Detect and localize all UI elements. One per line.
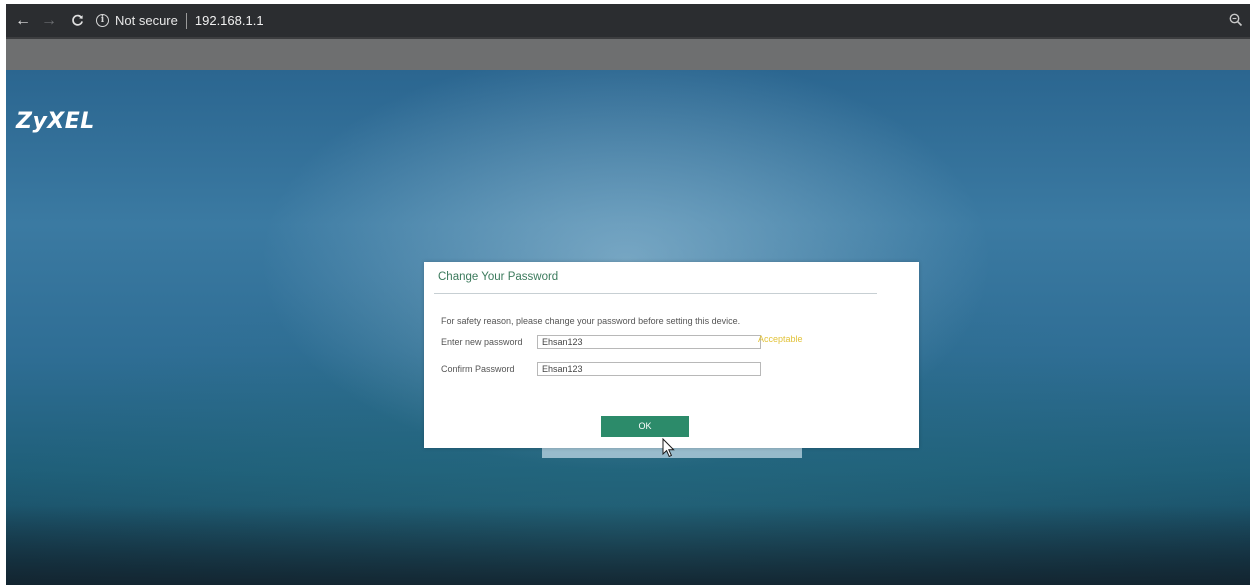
mouse-cursor-icon — [662, 438, 675, 458]
forward-arrow-icon[interactable]: → — [38, 10, 60, 32]
confirm-password-field[interactable]: Ehsan123 — [537, 362, 761, 376]
browser-toolbar: ← → i Not secure 192.168.1.1 — [6, 4, 1250, 37]
bookmark-bar — [6, 37, 1250, 70]
password-strength-indicator: Acceptable — [758, 334, 803, 344]
router-login-page: ZyXEL Change Your Password For safety re… — [6, 70, 1250, 585]
browser-window: ← → i Not secure 192.168.1.1 ZyXEL Chang… — [6, 4, 1250, 585]
address-bar[interactable]: i Not secure 192.168.1.1 — [96, 9, 264, 33]
reload-icon[interactable] — [66, 10, 88, 32]
title-divider — [434, 293, 877, 294]
ok-button[interactable]: OK — [601, 416, 689, 437]
url-text[interactable]: 192.168.1.1 — [195, 13, 264, 28]
confirm-password-label: Confirm Password — [441, 364, 515, 374]
dialog-title: Change Your Password — [438, 271, 559, 283]
info-icon[interactable]: i — [96, 14, 109, 27]
new-password-field[interactable]: Ehsan123 — [537, 335, 761, 349]
new-password-label: Enter new password — [441, 337, 523, 347]
back-arrow-icon[interactable]: ← — [12, 10, 34, 32]
change-password-dialog: Change Your Password For safety reason, … — [424, 262, 919, 448]
address-divider — [185, 12, 187, 29]
zyxel-logo: ZyXEL — [16, 109, 95, 134]
zoom-icon[interactable] — [1228, 12, 1244, 28]
dialog-intro-text: For safety reason, please change your pa… — [441, 316, 741, 326]
security-status: Not secure — [115, 13, 178, 28]
